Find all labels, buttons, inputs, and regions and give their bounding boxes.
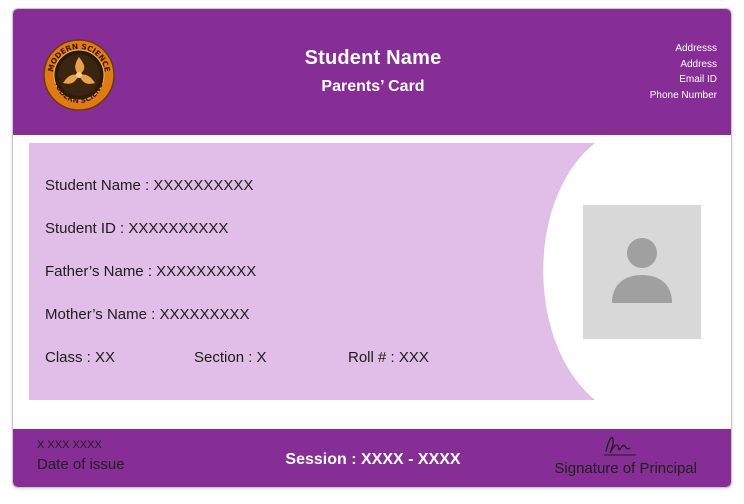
student-photo [583, 205, 701, 339]
field-section: Section : X [194, 349, 267, 366]
field-class: Class : XX [45, 349, 116, 366]
field-student-id: Student ID : XXXXXXXXXX [45, 220, 229, 237]
field-roll: Roll # : XXX [348, 349, 429, 366]
school-seal-icon: MODERN SCIENCE MODERN SCIENCE [43, 39, 115, 111]
parents-card: MODERN SCIENCE MODERN SCIENCE Student Na… [12, 8, 732, 488]
contact-phone: Phone Number [649, 89, 717, 101]
field-mother-name: Mother’s Name : XXXXXXXXX [45, 306, 250, 323]
card-header: MODERN SCIENCE MODERN SCIENCE Student Na… [13, 9, 731, 135]
contact-address-2: Address [680, 58, 717, 70]
card-title: Student Name [304, 47, 442, 69]
issue-date-label: Date of issue [37, 456, 125, 473]
contact-info: Addresss Address Email ID Phone Number [650, 41, 717, 103]
card-footer: X XXX XXXX Date of issue Session : XXXX … [13, 429, 731, 487]
contact-address-1: Addresss [675, 43, 717, 54]
signature-label: Signature of Principal [554, 460, 697, 477]
session-text: Session : XXXX - XXXX [285, 451, 461, 468]
issue-date-value: X XXX XXXX [37, 439, 102, 451]
person-icon [612, 238, 672, 303]
title-block: Student Name Parents’ Card [213, 47, 533, 96]
card-subtitle: Parents’ Card [321, 78, 425, 95]
field-father-name: Father’s Name : XXXXXXXXXX [45, 263, 257, 280]
field-student-name: Student Name : XXXXXXXXXX [45, 177, 254, 194]
contact-email: Email ID [679, 74, 717, 85]
